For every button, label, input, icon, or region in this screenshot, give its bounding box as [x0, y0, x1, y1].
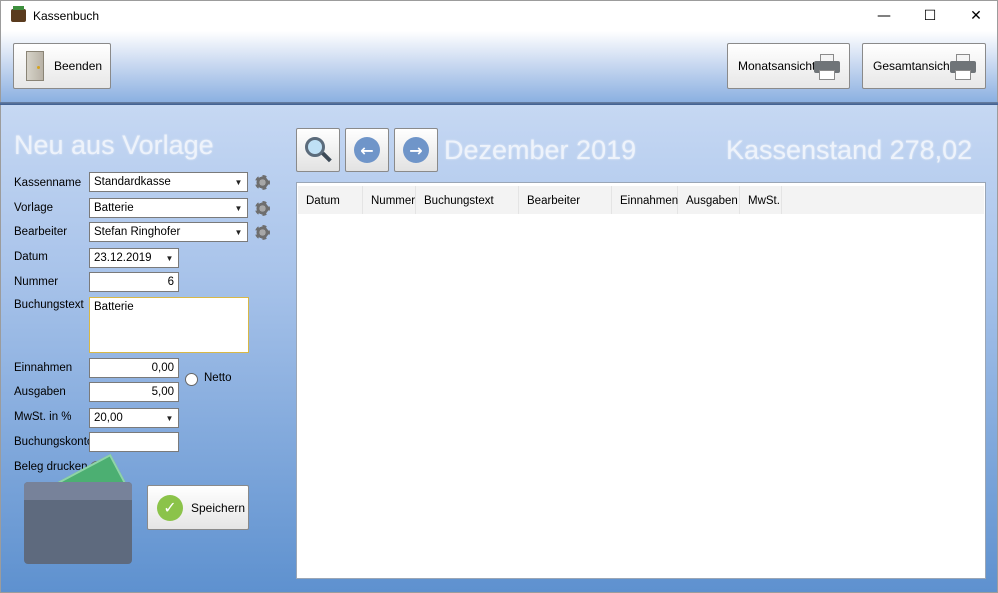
chevron-down-icon: ▼ [234, 177, 243, 187]
mwst-select[interactable]: 20,00 ▼ [89, 408, 179, 428]
netto-label: Netto [204, 372, 232, 384]
datum-label: Datum [14, 251, 48, 263]
datum-value: 23.12.2019 [94, 252, 152, 264]
bearbeiter-label: Bearbeiter [14, 226, 68, 238]
chevron-down-icon: ▼ [234, 227, 243, 237]
column-header-bearbeiter[interactable]: Bearbeiter [519, 186, 612, 214]
beenden-button[interactable]: Beenden [13, 43, 111, 89]
toolbar: Beenden Monatsansicht Gesamtansicht [0, 31, 998, 102]
column-header-ausgaben[interactable]: Ausgaben [678, 186, 740, 214]
printer-icon [950, 54, 976, 80]
app-icon [11, 6, 26, 22]
mwst-value: 20,00 [94, 412, 123, 424]
form-heading: Neu aus Vorlage [14, 130, 214, 160]
check-icon: ✓ [157, 494, 183, 521]
kassenname-select[interactable]: Standardkasse ▼ [89, 172, 248, 192]
gesamtansicht-button[interactable]: Gesamtansicht [862, 43, 986, 89]
buchungstext-label: Buchungstext [14, 299, 84, 311]
previous-month-button[interactable]: ← [345, 128, 389, 172]
search-button[interactable] [296, 128, 340, 172]
wallet-icon [24, 453, 134, 565]
ausgaben-input[interactable]: 5,00 [89, 382, 179, 402]
monatsansicht-label: Monatsansicht [738, 59, 816, 73]
column-header-einnahmen[interactable]: Einnahmen [612, 186, 678, 214]
minimize-button[interactable]: — [861, 1, 907, 31]
save-button[interactable]: ✓ Speichern [147, 485, 249, 530]
save-label: Speichern [191, 500, 246, 515]
nummer-input[interactable]: 6 [89, 272, 179, 292]
column-header-datum[interactable]: Datum [298, 186, 363, 214]
gesamtansicht-label: Gesamtansicht [873, 59, 954, 73]
chevron-down-icon: ▼ [234, 203, 243, 213]
arrow-right-icon: → [403, 137, 429, 163]
gear-icon[interactable] [255, 225, 270, 240]
maximize-button[interactable]: ☐ [907, 1, 953, 31]
column-header-mwst[interactable]: MwSt. [740, 186, 782, 214]
nummer-label: Nummer [14, 276, 59, 288]
next-month-button[interactable]: → [394, 128, 438, 172]
bearbeiter-select[interactable]: Stefan Ringhofer ▼ [89, 222, 248, 242]
kassenname-value: Standardkasse [94, 176, 171, 188]
kassenstand-display: Kassenstand 278,02 [726, 135, 973, 165]
chevron-down-icon: ▼ [165, 413, 174, 423]
column-header-buchungstext[interactable]: Buchungstext [416, 186, 519, 214]
vorlage-value: Batterie [94, 202, 134, 214]
entries-table[interactable]: Datum Nummer Buchungstext Bearbeiter Ein… [296, 182, 986, 579]
buchungskonto-input[interactable] [89, 432, 179, 452]
buchungskonto-label: Buchungskonto [14, 436, 94, 448]
table-header: Datum Nummer Buchungstext Bearbeiter Ein… [298, 186, 984, 214]
close-button[interactable]: ✕ [953, 1, 998, 31]
netto-checkbox[interactable] [185, 373, 198, 386]
gear-icon[interactable] [255, 175, 270, 190]
printer-icon [814, 54, 840, 80]
column-header-nummer[interactable]: Nummer [363, 186, 416, 214]
vorlage-label: Vorlage [14, 202, 54, 214]
main-panel: Neu aus Vorlage Kassenname Standardkasse… [0, 105, 998, 593]
einnahmen-input[interactable]: 0,00 [89, 358, 179, 378]
vorlage-select[interactable]: Batterie ▼ [89, 198, 248, 218]
kassenname-label: Kassenname [14, 177, 82, 189]
title-bar: Kassenbuch — ☐ ✕ [0, 0, 998, 31]
month-title: Dezember 2019 [444, 135, 637, 165]
window-title: Kassenbuch [33, 9, 100, 23]
einnahmen-label: Einnahmen [14, 362, 73, 374]
mwst-label: MwSt. in % [14, 411, 72, 423]
gear-icon[interactable] [255, 201, 270, 216]
bearbeiter-value: Stefan Ringhofer [94, 226, 181, 238]
arrow-left-icon: ← [354, 137, 380, 163]
monatsansicht-button[interactable]: Monatsansicht [727, 43, 850, 89]
search-icon [305, 137, 332, 163]
buchungstext-input[interactable]: Batterie [89, 297, 249, 353]
door-icon [26, 51, 44, 81]
beenden-label: Beenden [54, 59, 103, 73]
ausgaben-label: Ausgaben [14, 386, 66, 398]
chevron-down-icon: ▼ [165, 253, 174, 263]
datum-picker[interactable]: 23.12.2019 ▼ [89, 248, 179, 268]
